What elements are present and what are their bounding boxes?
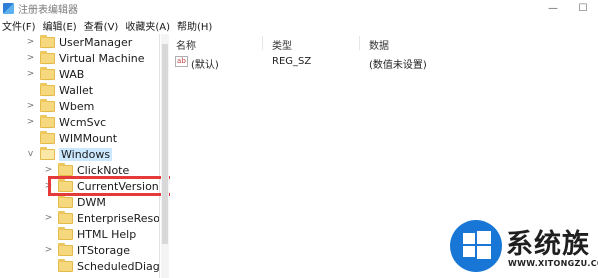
column-header-name[interactable]: 名称 <box>176 37 196 52</box>
title-bar: 注册表编辑器 — ☐ <box>0 0 598 17</box>
tree-item-wab[interactable]: > WAB <box>26 66 84 82</box>
folder-icon <box>58 194 73 208</box>
folder-icon <box>40 114 55 128</box>
menu-help[interactable]: 帮助(H) <box>175 18 217 33</box>
expander-placeholder <box>26 130 35 146</box>
folder-icon <box>40 34 55 48</box>
folder-icon <box>40 66 55 80</box>
site-watermark: 系统族 WWW.XITONGZU.COM <box>446 214 598 278</box>
menu-bar: 文件(F) 编辑(E) 查看(V) 收藏夹(A) 帮助(H) <box>0 17 598 34</box>
folder-icon <box>58 226 73 240</box>
value-data: (数值未设置) <box>369 60 427 71</box>
column-header-data[interactable]: 数据 <box>369 37 389 52</box>
column-header-type[interactable]: 类型 <box>272 37 292 52</box>
tree-item-label: UserManager <box>59 35 133 49</box>
tree-item-html-help[interactable]: HTML Help <box>44 226 136 242</box>
column-divider[interactable] <box>359 36 360 50</box>
minimize-button[interactable]: — <box>538 0 568 17</box>
tree-item-label: DWM <box>77 195 106 209</box>
menu-view[interactable]: 查看(V) <box>82 18 124 33</box>
tree-item-label: WIMMount <box>59 131 118 145</box>
tree-item-wbem[interactable]: > Wbem <box>26 98 94 114</box>
maximize-button[interactable]: ☐ <box>568 0 598 17</box>
menu-favorites[interactable]: 收藏夹(A) <box>123 18 175 33</box>
chevron-right-icon[interactable]: > <box>26 66 35 82</box>
expander-placeholder <box>44 258 53 274</box>
tree-item-virtual-machine[interactable]: > Virtual Machine <box>26 50 145 66</box>
chevron-right-icon[interactable]: > <box>26 114 35 130</box>
tree-item-itstorage[interactable]: > ITStorage <box>44 242 130 258</box>
tree-item-scheduleddiagno[interactable]: ScheduledDiagno <box>44 258 160 274</box>
column-divider[interactable] <box>262 36 263 50</box>
tree-item-enterpriseresour[interactable]: > EnterpriseResour <box>44 210 160 226</box>
tree-item-label: Virtual Machine <box>59 51 145 65</box>
window-controls: — ☐ <box>538 0 598 17</box>
tree-item-label: Wbem <box>59 99 95 113</box>
chevron-right-icon[interactable]: > <box>26 98 35 114</box>
tree-item-label: ScheduledDiagno <box>77 259 160 273</box>
tree-item-label: WcmSvc <box>59 115 107 129</box>
folder-icon <box>58 242 73 256</box>
tree-item-wallet[interactable]: Wallet <box>26 82 93 98</box>
expander-placeholder <box>44 194 53 210</box>
tree-item-usermanager[interactable]: > UserManager <box>26 34 132 50</box>
string-value-icon: ab <box>175 56 188 67</box>
windows-logo-icon <box>450 220 502 272</box>
chevron-right-icon[interactable]: > <box>26 50 35 66</box>
tree-item-label: WAB <box>59 67 85 81</box>
folder-icon <box>40 82 55 96</box>
tree-item-wcmsvc[interactable]: > WcmSvc <box>26 114 106 130</box>
registry-tree[interactable]: > UserManager > Virtual Machine > WAB Wa… <box>0 34 160 278</box>
chevron-right-icon[interactable]: > <box>26 34 35 50</box>
value-type: REG_SZ <box>272 56 312 67</box>
regedit-app-icon <box>3 3 14 14</box>
tree-item-windows[interactable]: v Windows <box>26 146 113 162</box>
list-header: 名称 类型 数据 <box>170 34 598 52</box>
tree-item-label: ClickNote <box>77 163 130 177</box>
menu-file[interactable]: 文件(F) <box>0 18 41 33</box>
window-title: 注册表编辑器 <box>18 5 78 16</box>
expander-placeholder <box>26 82 35 98</box>
tree-scrollbar[interactable] <box>161 34 169 278</box>
menu-edit[interactable]: 编辑(E) <box>41 18 82 33</box>
tree-item-label: EnterpriseResour <box>77 211 160 225</box>
folder-icon <box>58 210 73 224</box>
tree-item-label: Wallet <box>59 83 94 97</box>
chevron-right-icon[interactable]: > <box>44 242 53 258</box>
chevron-down-icon[interactable]: v <box>26 146 35 162</box>
chevron-right-icon[interactable]: > <box>44 210 53 226</box>
scrollbar-thumb[interactable] <box>162 44 168 244</box>
folder-icon <box>40 98 55 112</box>
folder-icon <box>40 50 55 64</box>
watermark-url: WWW.XITONGZU.COM <box>508 259 598 268</box>
tree-item-label: HTML Help <box>77 227 137 241</box>
watermark-text: 系统族 <box>506 229 590 260</box>
tree-item-label: ITStorage <box>77 243 131 257</box>
expander-placeholder <box>44 226 53 242</box>
folder-icon <box>58 258 73 272</box>
folder-icon <box>58 162 73 176</box>
folder-icon <box>40 130 55 144</box>
list-item[interactable]: ab (默认) REG_SZ (数值未设置) <box>170 54 598 71</box>
tree-item-label: Windows <box>59 147 113 161</box>
tree-item-wimmount[interactable]: WIMMount <box>26 130 117 146</box>
tree-item-dwm[interactable]: DWM <box>44 194 106 210</box>
open-folder-icon <box>40 146 55 160</box>
value-name: (默认) <box>191 60 219 71</box>
